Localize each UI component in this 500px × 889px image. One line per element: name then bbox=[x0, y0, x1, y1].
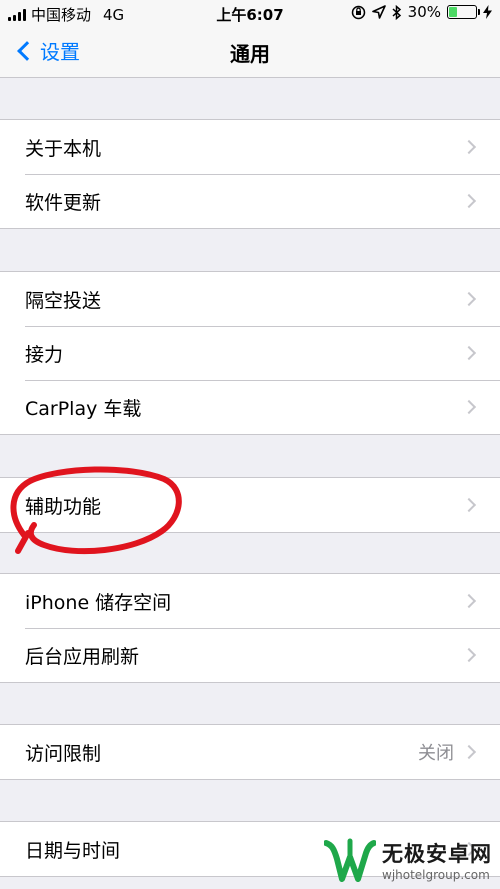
chevron-right-icon bbox=[461, 345, 477, 361]
chevron-right-icon bbox=[461, 497, 477, 513]
settings-row-handoff[interactable]: 接力 bbox=[0, 326, 500, 380]
row-label: CarPlay 车载 bbox=[25, 397, 142, 420]
navigation-bar: 设置 通用 bbox=[0, 26, 500, 78]
row-label: 关于本机 bbox=[25, 137, 102, 160]
row-label: iPhone 储存空间 bbox=[25, 591, 172, 614]
settings-row-iphone-storage[interactable]: iPhone 储存空间 bbox=[0, 574, 500, 628]
chevron-right-icon bbox=[461, 593, 477, 609]
status-right: 30% bbox=[351, 3, 492, 21]
chevron-right-icon bbox=[461, 647, 477, 663]
battery-fill bbox=[449, 7, 457, 17]
settings-group-storage: iPhone 储存空间 后台应用刷新 bbox=[0, 573, 500, 683]
location-icon bbox=[371, 5, 386, 19]
row-label: 软件更新 bbox=[25, 191, 102, 214]
chevron-right-icon bbox=[461, 399, 477, 415]
row-label: 辅助功能 bbox=[25, 495, 102, 518]
chevron-right-icon bbox=[461, 193, 477, 209]
bluetooth-icon bbox=[392, 4, 401, 20]
row-label: 日期与时间 bbox=[25, 839, 121, 862]
settings-group-accessibility: 辅助功能 bbox=[0, 477, 500, 533]
settings-row-airdrop[interactable]: 隔空投送 bbox=[0, 272, 500, 326]
row-label: 接力 bbox=[25, 343, 64, 366]
row-label: 后台应用刷新 bbox=[25, 645, 140, 668]
settings-group-about: 关于本机 软件更新 bbox=[0, 119, 500, 229]
watermark-title: 无极安卓网 bbox=[382, 842, 492, 866]
watermark-url: wjhotelgroup.com bbox=[382, 868, 490, 882]
watermark: 无极安卓网 wjhotelgroup.com bbox=[324, 835, 492, 885]
chevron-right-icon bbox=[461, 291, 477, 307]
row-label: 访问限制 bbox=[25, 742, 102, 765]
settings-row-carplay[interactable]: CarPlay 车载 bbox=[0, 380, 500, 434]
settings-row-background-refresh[interactable]: 后台应用刷新 bbox=[0, 628, 500, 682]
watermark-logo-icon bbox=[324, 838, 376, 882]
chevron-right-icon bbox=[461, 744, 477, 760]
row-value: 关闭 bbox=[418, 743, 454, 764]
battery-percent: 30% bbox=[407, 3, 441, 21]
row-label: 隔空投送 bbox=[25, 289, 102, 312]
chevron-right-icon bbox=[461, 139, 477, 155]
settings-row-restrictions[interactable]: 访问限制 关闭 bbox=[0, 725, 500, 779]
battery-icon bbox=[447, 5, 480, 19]
watermark-text: 无极安卓网 wjhotelgroup.com bbox=[382, 838, 492, 882]
settings-row-accessibility[interactable]: 辅助功能 bbox=[0, 478, 500, 532]
settings-row-software-update[interactable]: 软件更新 bbox=[0, 174, 500, 228]
settings-row-about[interactable]: 关于本机 bbox=[0, 120, 500, 174]
charging-bolt-icon bbox=[483, 5, 492, 19]
status-bar: 中国移动 4G 上午6:07 30% bbox=[0, 0, 500, 26]
settings-group-connectivity: 隔空投送 接力 CarPlay 车载 bbox=[0, 271, 500, 435]
page-title: 通用 bbox=[230, 42, 270, 66]
settings-group-restrictions: 访问限制 关闭 bbox=[0, 724, 500, 780]
orientation-lock-icon bbox=[351, 5, 365, 19]
